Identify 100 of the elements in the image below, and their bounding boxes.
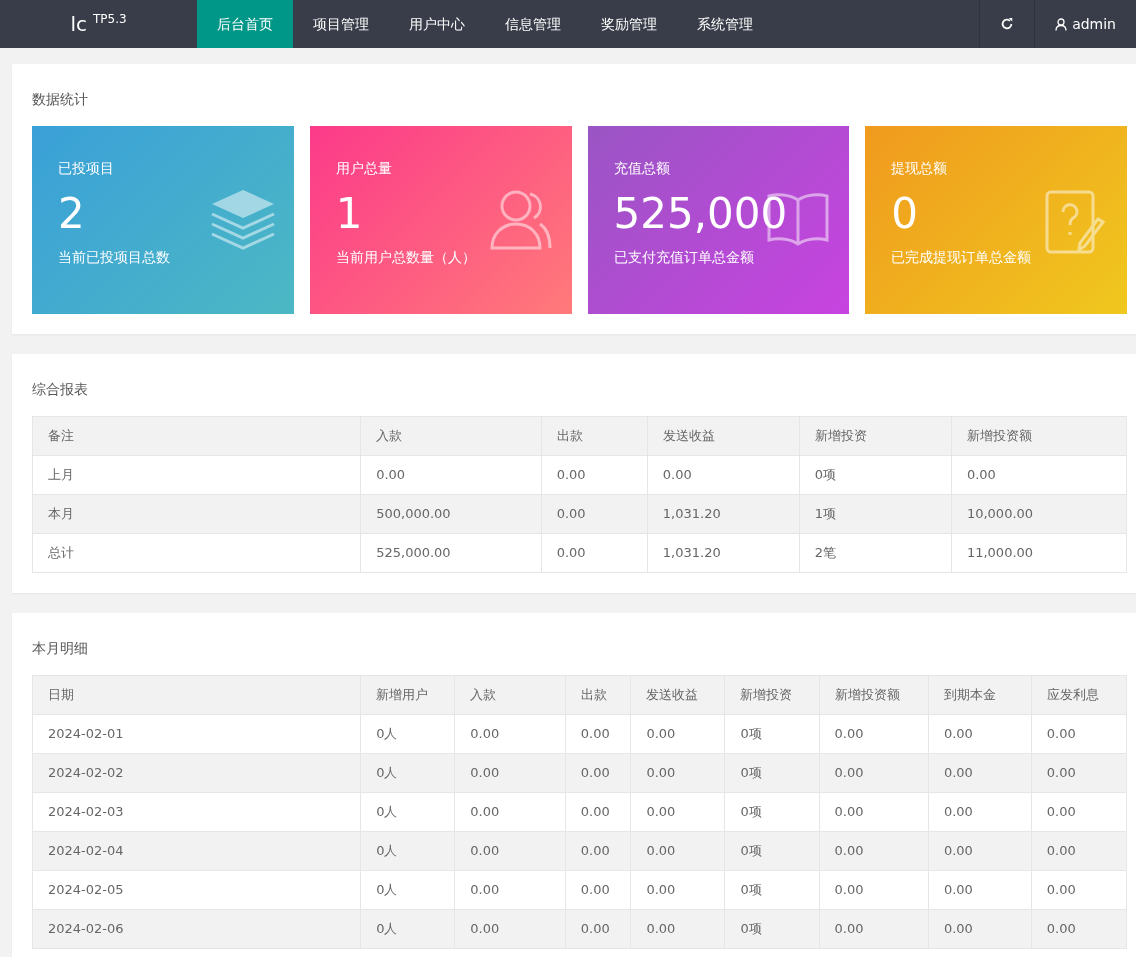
column-header: 新增用户 [360, 675, 455, 715]
table-cell: 10,000.00 [951, 494, 1127, 534]
table-cell: 0项 [724, 909, 820, 949]
column-header: 备注 [32, 416, 361, 456]
table-cell: 0.00 [454, 714, 566, 754]
table-cell: 0.00 [630, 753, 725, 793]
table-cell: 0.00 [565, 792, 631, 832]
table-cell: 0.00 [819, 714, 929, 754]
table-cell: 0.00 [928, 753, 1032, 793]
table-cell: 0.00 [454, 909, 566, 949]
table-cell: 0.00 [819, 831, 929, 871]
table-cell: 0.00 [928, 714, 1032, 754]
table-cell: 0人 [360, 714, 455, 754]
table-cell: 525,000.00 [360, 533, 542, 573]
table-cell: 0.00 [1031, 753, 1127, 793]
column-header: 到期本金 [928, 675, 1032, 715]
table-cell: 2024-02-05 [32, 870, 361, 910]
nav-tab[interactable]: 信息管理 [485, 0, 581, 48]
section-title: 数据统计 [32, 90, 89, 109]
table-cell: 0.00 [565, 714, 631, 754]
table-cell: 0.00 [454, 870, 566, 910]
table-cell: 0.00 [360, 455, 542, 495]
table-cell: 0.00 [647, 455, 800, 495]
table-cell: 2024-02-01 [32, 714, 361, 754]
table-cell: 总计 [32, 533, 361, 573]
table-cell: 0.00 [630, 909, 725, 949]
table-cell: 0.00 [928, 792, 1032, 832]
card-title: 充值总额 [613, 159, 671, 178]
card-value: 525,000 [613, 189, 788, 240]
table-cell: 0.00 [630, 714, 725, 754]
table-cell: 0.00 [565, 909, 631, 949]
column-header: 出款 [541, 416, 648, 456]
table-cell: 2024-02-02 [32, 753, 361, 793]
table-cell: 0项 [724, 792, 820, 832]
column-header: 入款 [360, 416, 542, 456]
card-value: 1 [335, 189, 363, 240]
column-header: 新增投资 [724, 675, 820, 715]
card-caption: 已支付充值订单总金额 [613, 248, 755, 268]
column-header: 新增投资额 [951, 416, 1127, 456]
table-cell: 0人 [360, 792, 455, 832]
table-cell: 0.00 [819, 870, 929, 910]
table-cell: 0.00 [951, 455, 1127, 495]
table-cell: 0.00 [819, 792, 929, 832]
table-cell: 0.00 [454, 753, 566, 793]
column-header: 新增投资额 [819, 675, 929, 715]
table-cell: 0.00 [928, 831, 1032, 871]
table-cell: 2024-02-03 [32, 792, 361, 832]
layers-icon [209, 188, 276, 250]
nav-tab[interactable]: 系统管理 [677, 0, 773, 48]
table-cell: 0人 [360, 753, 455, 793]
table-cell: 0.00 [565, 831, 631, 871]
table-cell: 1,031.20 [647, 494, 800, 534]
section-title: 本月明细 [32, 639, 89, 658]
table-cell: 2024-02-04 [32, 831, 361, 871]
column-header: 入款 [454, 675, 566, 715]
table-cell: 0.00 [928, 870, 1032, 910]
section-title: 综合报表 [32, 380, 89, 399]
nav-tab[interactable]: 项目管理 [293, 0, 389, 48]
table-cell: 2024-02-06 [32, 909, 361, 949]
nav-tab[interactable]: 奖励管理 [581, 0, 677, 48]
logo-text: lc [70, 11, 87, 38]
card-value: 0 [891, 189, 918, 240]
column-header: 应发利息 [1031, 675, 1127, 715]
table-cell: 0人 [360, 909, 455, 949]
version-label: TP5.3 [92, 11, 127, 28]
table-cell: 0.00 [1031, 831, 1127, 871]
column-header: 发送收益 [647, 416, 800, 456]
table-cell: 0人 [360, 870, 455, 910]
table-cell: 0.00 [1031, 714, 1127, 754]
table-cell: 0.00 [565, 753, 631, 793]
nav-tab[interactable]: 用户中心 [389, 0, 485, 48]
card-caption: 当前用户总数量（人） [335, 248, 477, 268]
table-cell: 0.00 [819, 909, 929, 949]
nav-tab[interactable]: 后台首页 [197, 0, 293, 48]
card-caption: 已完成提现订单总金额 [891, 248, 1033, 268]
table-cell: 0.00 [928, 909, 1032, 949]
column-header: 发送收益 [630, 675, 725, 715]
table-cell: 0.00 [454, 792, 566, 832]
table-cell: 0人 [360, 831, 455, 871]
card-title: 已投项目 [58, 159, 115, 178]
table-cell: 0.00 [819, 753, 929, 793]
table-cell: 0项 [724, 753, 820, 793]
user-icon [1055, 17, 1068, 31]
card-title: 提现总额 [891, 159, 949, 178]
table-cell: 1项 [799, 494, 952, 534]
table-cell: 上月 [32, 455, 361, 495]
card-value: 2 [58, 189, 85, 240]
user-menu[interactable]: admin [1034, 0, 1136, 48]
table-cell: 1,031.20 [647, 533, 800, 573]
card-caption: 当前已投项目总数 [58, 248, 171, 268]
table-cell: 0.00 [630, 792, 725, 832]
column-header: 新增投资 [799, 416, 952, 456]
table-cell: 2笔 [799, 533, 952, 573]
table-cell: 0项 [799, 455, 952, 495]
table-cell: 0.00 [1031, 909, 1127, 949]
column-header: 出款 [565, 675, 631, 715]
table-cell: 0项 [724, 714, 820, 754]
table-cell: 0.00 [541, 494, 648, 534]
table-cell: 0项 [724, 870, 820, 910]
table-cell: 0.00 [541, 455, 648, 495]
